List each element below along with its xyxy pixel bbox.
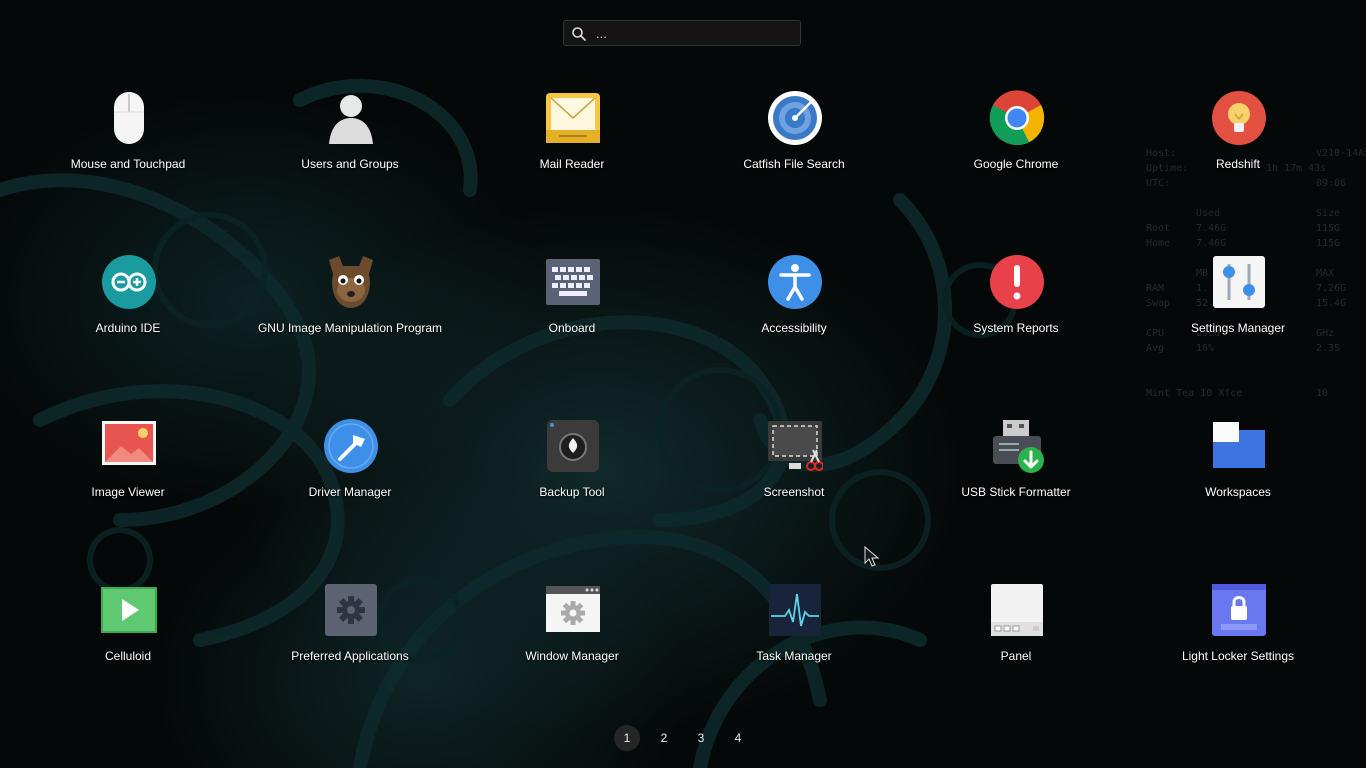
app-launcher-panel[interactable]: Panel xyxy=(916,582,1116,692)
search-input[interactable] xyxy=(596,24,792,42)
arduino-icon xyxy=(101,254,157,310)
app-label: Light Locker Settings xyxy=(1181,649,1295,663)
app-launcher-backup-tool[interactable]: Backup Tool xyxy=(472,418,672,528)
page-button-1[interactable]: 1 xyxy=(614,725,640,751)
app-label: Arduino IDE xyxy=(95,321,161,335)
usb-stick-icon xyxy=(989,418,1045,474)
search-icon xyxy=(572,27,586,41)
app-launcher-window-manager[interactable]: Window Manager xyxy=(472,582,672,692)
app-label: Celluloid xyxy=(104,649,152,663)
screenshot-icon xyxy=(767,418,823,474)
exclamation-icon xyxy=(989,254,1045,310)
app-label: Window Manager xyxy=(525,649,619,663)
gear-icon xyxy=(323,582,379,638)
app-launcher-workspaces[interactable]: Workspaces xyxy=(1138,418,1338,528)
conky-cell: Root xyxy=(1146,223,1171,234)
conky-row: Used Size xyxy=(1146,208,1346,221)
desktop-background: Host:V210-14ASTUptime:1h 17m 43sUTC:09:0… xyxy=(0,0,1366,768)
app-launcher-onboard[interactable]: Onboard xyxy=(472,254,672,364)
conky-cell: Size xyxy=(1316,208,1341,219)
keyboard-icon xyxy=(545,254,601,310)
app-label: Driver Manager xyxy=(308,485,392,499)
app-label: System Reports xyxy=(973,321,1059,335)
app-label: Onboard xyxy=(548,321,596,335)
window-gear-icon xyxy=(545,582,601,638)
app-launcher-settings-manager[interactable]: Settings Manager xyxy=(1138,254,1338,364)
conky-cell: Mint Tea 10 Xfce xyxy=(1146,388,1243,399)
users-icon xyxy=(323,90,379,146)
app-launcher-task-manager[interactable]: Task Manager xyxy=(694,582,894,692)
app-label: Settings Manager xyxy=(1190,321,1286,335)
search-box[interactable] xyxy=(563,20,801,46)
mail-icon xyxy=(545,90,601,146)
app-launcher-catfish-file-search[interactable]: Catfish File Search xyxy=(694,90,894,200)
app-launcher-users-and-groups[interactable]: Users and Groups xyxy=(250,90,450,200)
backup-icon xyxy=(545,418,601,474)
accessibility-icon xyxy=(767,254,823,310)
app-launcher-accessibility[interactable]: Accessibility xyxy=(694,254,894,364)
app-label: Screenshot xyxy=(763,485,825,499)
app-label: Users and Groups xyxy=(301,157,399,171)
redshift-lightbulb-icon xyxy=(1211,90,1267,146)
app-label: GNU Image Manipulation Program xyxy=(257,321,443,335)
app-launcher-driver-manager[interactable]: Driver Manager xyxy=(250,418,450,528)
mouse-pointer-icon xyxy=(864,546,880,567)
hammer-icon xyxy=(323,418,379,474)
app-launcher-arduino-ide[interactable]: Arduino IDE xyxy=(28,254,228,364)
app-launcher-mouse-and-touchpad[interactable]: Mouse and Touchpad xyxy=(28,90,228,200)
gimp-icon xyxy=(323,254,379,310)
workspaces-icon xyxy=(1211,418,1267,474)
app-label: Catfish File Search xyxy=(743,157,845,171)
lock-icon xyxy=(1211,582,1267,638)
conky-cell: 115G xyxy=(1316,223,1341,234)
app-label: Preferred Applications xyxy=(291,649,409,663)
app-launcher-celluloid[interactable]: Celluloid xyxy=(28,582,228,692)
app-label: Backup Tool xyxy=(539,485,605,499)
conky-row: Root 7.46G 115G xyxy=(1146,223,1346,236)
app-launcher-screenshot[interactable]: Screenshot xyxy=(694,418,894,528)
app-label: Panel xyxy=(1000,649,1032,663)
chrome-icon xyxy=(989,90,1045,146)
app-launcher-gnu-image-manipulation-program[interactable]: GNU Image Manipulation Program xyxy=(250,254,450,364)
app-label: USB Stick Formatter xyxy=(961,485,1071,499)
app-label: Google Chrome xyxy=(973,157,1059,171)
conky-row: Mint Tea 10 Xfce 10 xyxy=(1146,388,1346,401)
app-label: Mail Reader xyxy=(539,157,605,171)
app-launcher-google-chrome[interactable]: Google Chrome xyxy=(916,90,1116,200)
mouse-icon xyxy=(101,90,157,146)
conky-cell: 10 xyxy=(1316,388,1329,399)
app-launcher-system-reports[interactable]: System Reports xyxy=(916,254,1116,364)
app-label: Accessibility xyxy=(761,321,827,335)
page-button-2[interactable]: 2 xyxy=(651,725,677,751)
app-launcher-redshift[interactable]: Redshift xyxy=(1138,90,1338,200)
conky-row: Home 7.46G 115G xyxy=(1146,238,1346,251)
conky-cell: Home xyxy=(1146,238,1171,249)
image-viewer-icon xyxy=(101,418,157,474)
app-launcher-image-viewer[interactable]: Image Viewer xyxy=(28,418,228,528)
settings-sliders-icon xyxy=(1211,254,1267,310)
page-indicator: 1234 xyxy=(610,725,760,751)
app-launcher-light-locker-settings[interactable]: Light Locker Settings xyxy=(1138,582,1338,692)
conky-cell: 115G xyxy=(1316,238,1341,249)
heartbeat-monitor-icon xyxy=(767,582,823,638)
conky-cell: 7.46G xyxy=(1196,223,1227,234)
catfish-icon xyxy=(767,90,823,146)
play-icon xyxy=(101,582,157,638)
page-button-3[interactable]: 3 xyxy=(688,725,714,751)
app-label: Mouse and Touchpad xyxy=(70,157,186,171)
page-button-4[interactable]: 4 xyxy=(725,725,751,751)
panel-icon xyxy=(989,582,1045,638)
app-label: Redshift xyxy=(1215,157,1261,171)
app-launcher-usb-stick-formatter[interactable]: USB Stick Formatter xyxy=(916,418,1116,528)
conky-cell: Used xyxy=(1196,208,1221,219)
app-label: Task Manager xyxy=(756,649,832,663)
app-label: Image Viewer xyxy=(91,485,165,499)
conky-cell: 7.46G xyxy=(1196,238,1227,249)
app-label: Workspaces xyxy=(1205,485,1271,499)
app-launcher-mail-reader[interactable]: Mail Reader xyxy=(472,90,672,200)
app-launcher-preferred-applications[interactable]: Preferred Applications xyxy=(250,582,450,692)
